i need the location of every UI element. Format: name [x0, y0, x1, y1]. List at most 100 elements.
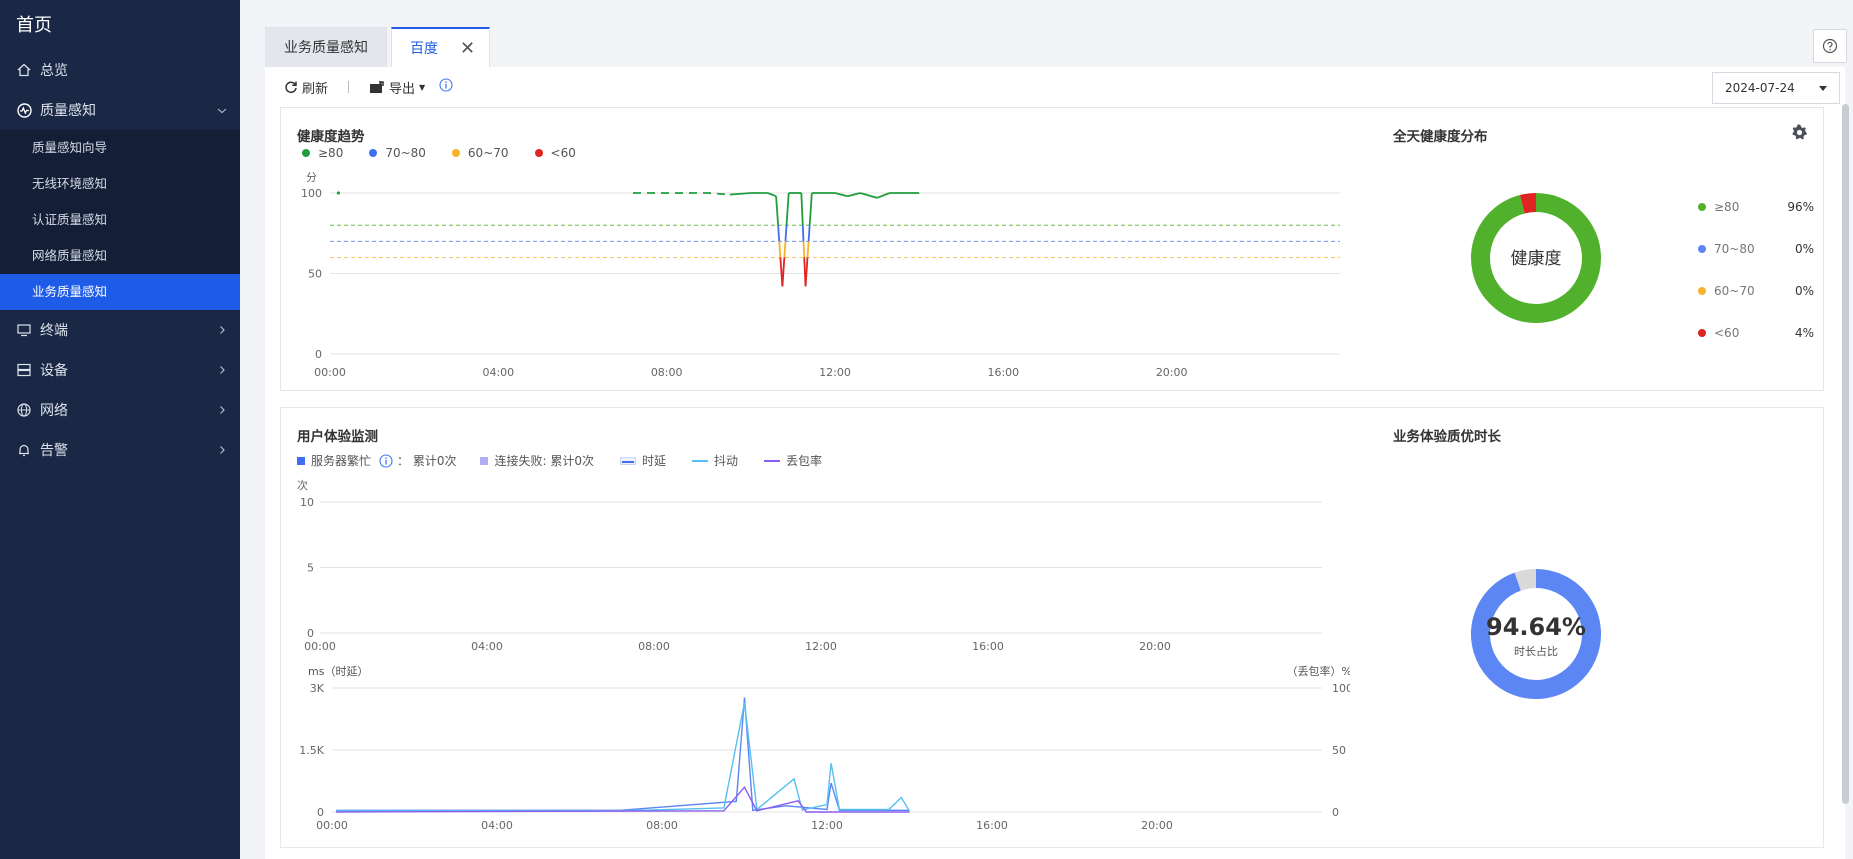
legend-line	[691, 459, 708, 462]
y-tick-label: 10	[300, 496, 314, 509]
sidebar-sub-wizard[interactable]: 质量感知向导	[0, 130, 240, 166]
series-segment	[778, 241, 782, 258]
dist-row: <60 4%	[1698, 312, 1814, 354]
series-line	[336, 697, 910, 812]
series-segment	[876, 192, 891, 199]
caret-down-icon: ▼	[419, 82, 426, 92]
legend-label: ≥80	[318, 146, 344, 160]
dist-label: 70~80	[1714, 242, 1755, 256]
tab-service-quality[interactable]: 业务质量感知	[265, 27, 387, 67]
sidebar-item-label: 设备	[40, 363, 68, 379]
y2-tick-label: 50	[1332, 744, 1346, 757]
data-point	[336, 191, 341, 195]
sidebar-item-network[interactable]: 网络	[0, 390, 240, 430]
info-icon[interactable]	[439, 78, 453, 96]
refresh-label: 刷新	[302, 81, 329, 97]
dist-label: ≥80	[1714, 200, 1740, 214]
sidebar-item-quality[interactable]: 质量感知	[0, 90, 240, 130]
sidebar-item-label: 总览	[40, 63, 68, 79]
quality-time-title: 业务体验质优时长	[1393, 429, 1501, 445]
ux-monitor-title: 用户体验监测	[297, 429, 378, 445]
sidebar-item-terminal[interactable]: 终端	[0, 310, 240, 350]
y2-tick-label: 100	[1332, 682, 1350, 695]
dist-value: 4%	[1794, 326, 1814, 340]
gear-icon[interactable]	[1790, 123, 1808, 141]
toolbar-divider	[348, 81, 350, 93]
health-dist-legend: ≥80 96% 70~80 0% 60~70 0% <60 4%	[1698, 186, 1814, 354]
legend-label: 服务器繁忙	[311, 454, 372, 468]
legend-item[interactable]: 连接失败: 累计0次	[480, 452, 594, 469]
series-segment	[800, 192, 804, 226]
sidebar-sub-auth[interactable]: 认证质量感知	[0, 202, 240, 238]
export-label: 导出	[389, 81, 416, 97]
sidebar-sub-wireless[interactable]: 无线环境感知	[0, 166, 240, 202]
sidebar: 首页 总览 质量感知 质量感知向导 无线环境感知 认证质量感知 网络质量感知 业…	[0, 0, 240, 859]
sidebar-sub-network[interactable]: 网络质量感知	[0, 238, 240, 274]
chevron-right-icon	[214, 402, 230, 418]
tab-baidu[interactable]: 百度 ✕	[391, 27, 491, 69]
y-unit: 次	[297, 478, 308, 492]
close-icon[interactable]: ✕	[460, 29, 475, 69]
sidebar-item-overview[interactable]: 总览	[0, 50, 240, 90]
sidebar-item-device[interactable]: 设备	[0, 350, 240, 390]
y-unit-left: ms（时延）	[308, 665, 368, 678]
refresh-button[interactable]: 刷新	[284, 78, 328, 97]
legend-dot	[534, 149, 543, 157]
legend-count: ： 累计0次	[397, 454, 457, 468]
help-button[interactable]	[1813, 29, 1847, 63]
legend-square	[480, 456, 489, 465]
x-tick-label: 08:00	[646, 819, 678, 832]
series-segment	[784, 225, 788, 242]
legend-label: 时延	[641, 454, 666, 468]
ux-count-chart: 次 0 5 10 00:00 04:00 08:00 12:00 16:00 20:00	[297, 478, 1322, 653]
legend-item[interactable]: <60	[534, 146, 576, 160]
series-segment	[804, 257, 809, 287]
export-icon	[370, 81, 384, 93]
series-segment	[802, 241, 806, 258]
sidebar-home[interactable]: 首页	[0, 0, 240, 50]
legend-item[interactable]: 丢包率	[764, 452, 822, 469]
health-trend-chart: 分 0 50 100 00:00 04:00 08:00 12:00 16:00 20:00	[301, 171, 1340, 378]
legend-label: 70~80	[385, 146, 426, 160]
legend-dot	[451, 149, 460, 157]
legend-item[interactable]: 抖动	[691, 452, 738, 469]
y-tick-label: 0	[317, 806, 324, 819]
pulse-icon	[16, 102, 32, 118]
sidebar-item-alarm[interactable]: 告警	[0, 430, 240, 470]
y-tick-label: 0	[307, 627, 314, 640]
date-select[interactable]: 2024-07-24	[1712, 72, 1840, 104]
legend-dot	[369, 149, 378, 157]
dist-row: 70~80 0%	[1698, 228, 1814, 270]
health-trend-legend: ≥80 70~80 60~70 <60	[302, 146, 602, 160]
legend-label: 60~70	[467, 146, 509, 160]
dist-row: 60~70 0%	[1698, 270, 1814, 312]
legend-item[interactable]: 时延	[619, 452, 666, 469]
y2-tick-label: 0	[1332, 806, 1339, 819]
y-tick-label: 100	[301, 187, 322, 200]
legend-dot	[302, 149, 310, 157]
chevron-right-icon	[214, 362, 230, 378]
quality-percent: 94.64%	[1486, 613, 1586, 641]
legend-item[interactable]: 70~80	[369, 146, 426, 160]
scrollbar[interactable]	[1842, 104, 1849, 804]
x-tick-label: 00:00	[316, 819, 348, 832]
globe-icon	[16, 402, 32, 418]
info-icon[interactable]	[379, 453, 393, 468]
bell-icon	[16, 442, 32, 458]
donut-center-label: 健康度	[1511, 249, 1562, 269]
x-tick-label: 04:00	[481, 819, 513, 832]
y-tick-label: 5	[307, 562, 314, 575]
sidebar-sub-service[interactable]: 业务质量感知	[0, 274, 240, 310]
quality-sub: 时长占比	[1514, 644, 1558, 658]
legend-line	[764, 459, 780, 462]
donut-slice	[1514, 569, 1537, 591]
x-tick-label: 04:00	[482, 366, 514, 378]
legend-item[interactable]: 服务器繁忙	[297, 452, 371, 469]
legend-item[interactable]: 60~70	[451, 146, 509, 160]
legend-item[interactable]: ≥80	[302, 146, 343, 160]
quality-donut-chart: 94.64% 时长占比	[1471, 569, 1601, 699]
export-button[interactable]: 导出 ▼	[369, 78, 425, 97]
series-segment	[808, 192, 813, 226]
sidebar-item-label: 终端	[40, 323, 68, 339]
health-donut-chart: 健康度	[1471, 193, 1601, 323]
